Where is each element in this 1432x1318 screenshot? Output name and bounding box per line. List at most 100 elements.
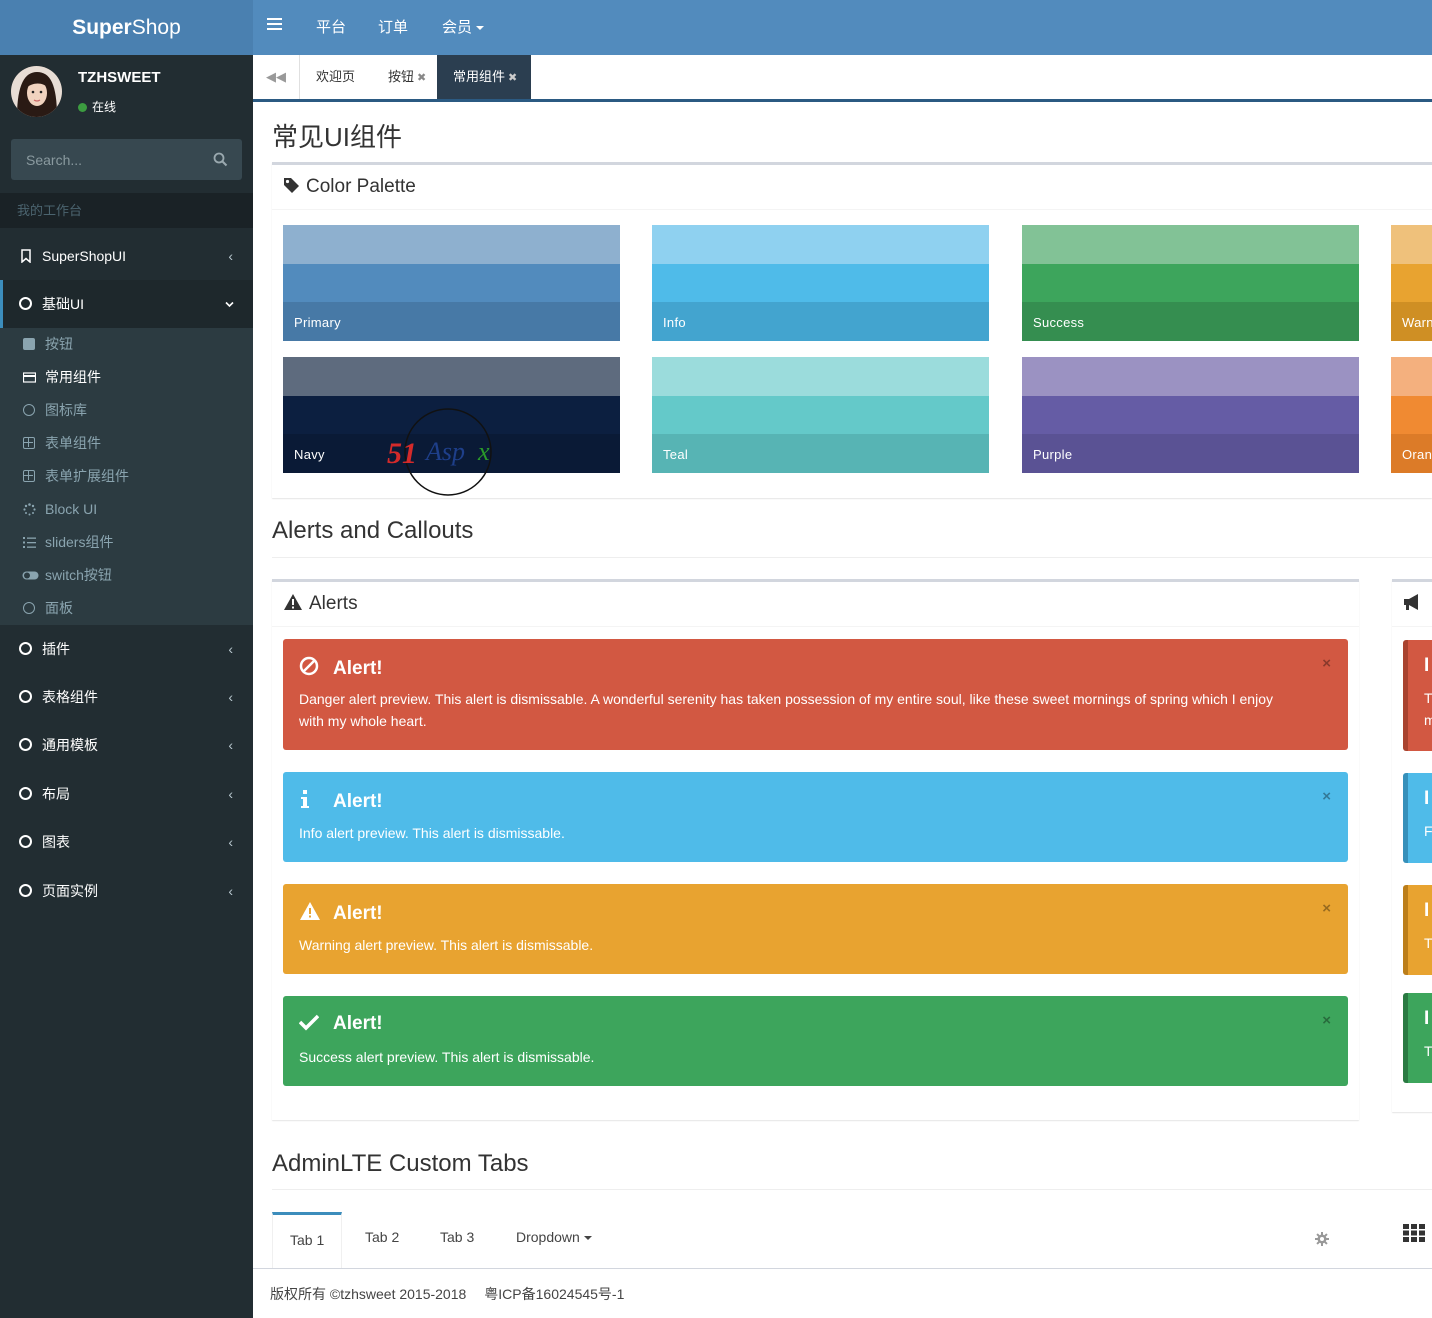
tab-1[interactable]: Tab 1	[272, 1212, 343, 1268]
callout-title: I	[1424, 900, 1430, 921]
callout: IT	[1403, 885, 1432, 975]
sidebar-item-label: 通用模板	[42, 737, 98, 753]
warning-icon	[299, 901, 321, 927]
page-tab-buttons[interactable]: 按钮 ✖	[388, 55, 426, 99]
alert-body: Info alert preview. This alert is dismis…	[299, 825, 565, 841]
tab-scroll-left-icon[interactable]: ◀◀	[253, 55, 300, 99]
sidebar-subitem-label: 常用组件	[45, 369, 101, 385]
close-icon[interactable]: ×	[1322, 788, 1331, 805]
svg-text:Asp: Asp	[424, 437, 465, 466]
sidebar-subitem-label: 面板	[45, 600, 73, 616]
page-tab-common-components[interactable]: 常用组件 ✖	[437, 55, 532, 99]
tab-3[interactable]: Tab 3	[423, 1212, 491, 1268]
color-swatch: Success	[1022, 225, 1359, 341]
circle-icon	[19, 642, 33, 656]
footer-icp[interactable]: 粤ICP备16024545号-1	[484, 1286, 624, 1302]
svg-text:51: 51	[387, 437, 417, 470]
sidebar-subitem-label: Block UI	[45, 501, 98, 517]
credit-card-icon	[23, 372, 36, 383]
sidebar-subitem-sliders[interactable]: sliders组件	[0, 526, 253, 559]
sidebar-item-layout[interactable]: 布局 ‹	[0, 770, 253, 818]
color-swatch-shade	[1391, 225, 1432, 264]
page-tab-welcome[interactable]: 欢迎页	[316, 55, 355, 99]
avatar[interactable]	[11, 66, 62, 117]
alert-title: Alert!	[333, 1013, 383, 1034]
color-swatch-shade	[1022, 395, 1359, 435]
nav-members[interactable]: 会员	[442, 0, 485, 55]
color-swatch-shade	[283, 263, 620, 303]
sidebar-subitem-switch[interactable]: switch按钮	[0, 559, 253, 592]
color-swatch-shade	[1022, 263, 1359, 303]
chevron-left-icon: ‹	[228, 786, 233, 802]
close-icon[interactable]: ×	[1322, 1012, 1331, 1029]
alert-info: Alert! Info alert preview. This alert is …	[283, 772, 1348, 862]
sidebar-subitem-common-components[interactable]: 常用组件	[0, 361, 253, 394]
page-tab-label: 按钮	[388, 69, 415, 84]
custom-tabs: Tab 1 Tab 2 Tab 3 Dropdown	[272, 1212, 1372, 1268]
callout: IF	[1403, 773, 1432, 863]
sidebar-toggle-icon[interactable]	[267, 18, 282, 36]
info-icon	[299, 789, 321, 815]
color-swatch: Teal	[652, 357, 989, 473]
color-swatch: Oran	[1391, 357, 1432, 473]
sidebar-subitem-buttons[interactable]: 按钮	[0, 328, 253, 361]
sidebar-submenu-basic-ui: 按钮 常用组件 图标库 表单组件 表单扩展组件 Block UI sliders…	[0, 328, 253, 625]
list-icon	[23, 537, 36, 548]
sidebar-item-supershopui[interactable]: SuperShopUI ‹	[0, 232, 253, 280]
sidebar-item-plugins[interactable]: 插件 ‹	[0, 625, 253, 673]
app-logo[interactable]: SuperShop	[0, 0, 253, 55]
color-palette-box: Color Palette Primary Info Success Warn Navy…	[272, 162, 1432, 498]
sidebar-subitem-icons[interactable]: 图标库	[0, 394, 253, 427]
plus-square-icon	[23, 437, 36, 450]
sidebar-subitem-label: sliders组件	[45, 534, 114, 550]
chevron-left-icon: ‹	[228, 834, 233, 850]
sidebar-item-tables[interactable]: 表格组件 ‹	[0, 673, 253, 721]
grid-icon[interactable]	[1403, 1224, 1425, 1242]
sidebar-subitem-forms[interactable]: 表单组件	[0, 427, 253, 460]
color-swatch-shade	[652, 263, 989, 303]
search-icon[interactable]	[213, 152, 228, 167]
svg-text:x: x	[477, 437, 490, 466]
sidebar-item-label: 插件	[42, 641, 70, 657]
color-swatch-label: Teal	[663, 447, 689, 462]
box-header	[1392, 582, 1432, 627]
logo-bold-text: Super	[72, 16, 132, 39]
alert-warning: Alert! Warning alert preview. This alert …	[283, 884, 1348, 974]
sidebar-subitem-block-ui[interactable]: Block UI	[0, 493, 253, 526]
divider	[272, 1189, 1432, 1190]
user-panel: TZHSWEET 在线	[0, 55, 253, 130]
close-icon[interactable]: ✖	[417, 72, 426, 84]
alerts-box-title: Alerts	[309, 593, 358, 614]
gear-icon[interactable]	[1315, 1232, 1329, 1246]
sidebar-item-label: 表格组件	[42, 689, 98, 705]
logo-text: Shop	[131, 16, 181, 39]
close-icon[interactable]: ×	[1322, 655, 1331, 672]
footer-copyright: 版权所有 ©tzhsweet 2015-2018	[270, 1286, 467, 1302]
close-icon[interactable]: ✖	[508, 72, 517, 84]
alert-title: Alert!	[333, 791, 383, 812]
nav-platform[interactable]: 平台	[316, 0, 346, 55]
main-content: 常见UI组件 Color Palette Primary Info Success W…	[253, 102, 1432, 1268]
tag-icon	[284, 178, 299, 193]
sidebar-item-basic-ui[interactable]: 基础UI	[0, 280, 253, 328]
callout-text: T	[1424, 690, 1432, 706]
sidebar-item-charts[interactable]: 图表 ‹	[0, 818, 253, 866]
sidebar-subitem-form-extensions[interactable]: 表单扩展组件	[0, 460, 253, 493]
sidebar-item-page-examples[interactable]: 页面实例 ‹	[0, 867, 253, 915]
callout: ITm	[1403, 640, 1432, 751]
tab-2[interactable]: Tab 2	[348, 1212, 416, 1268]
alert-heading: Alert!	[299, 901, 383, 927]
nav-orders[interactable]: 订单	[378, 0, 408, 55]
color-swatch-label: Warn	[1402, 315, 1432, 330]
sidebar-subitem-panels[interactable]: 面板	[0, 592, 253, 625]
sidebar-item-templates[interactable]: 通用模板 ‹	[0, 721, 253, 769]
callout: IT	[1403, 993, 1432, 1083]
search-input[interactable]	[11, 139, 201, 180]
warning-icon	[284, 594, 302, 610]
chevron-left-icon: ‹	[228, 883, 233, 899]
close-icon[interactable]: ×	[1322, 900, 1331, 917]
alert-danger: Alert! Danger alert preview. This alert i…	[283, 639, 1348, 750]
nav-members-label: 会员	[442, 19, 473, 36]
color-swatch: Purple	[1022, 357, 1359, 473]
tab-dropdown[interactable]: Dropdown	[499, 1212, 609, 1268]
